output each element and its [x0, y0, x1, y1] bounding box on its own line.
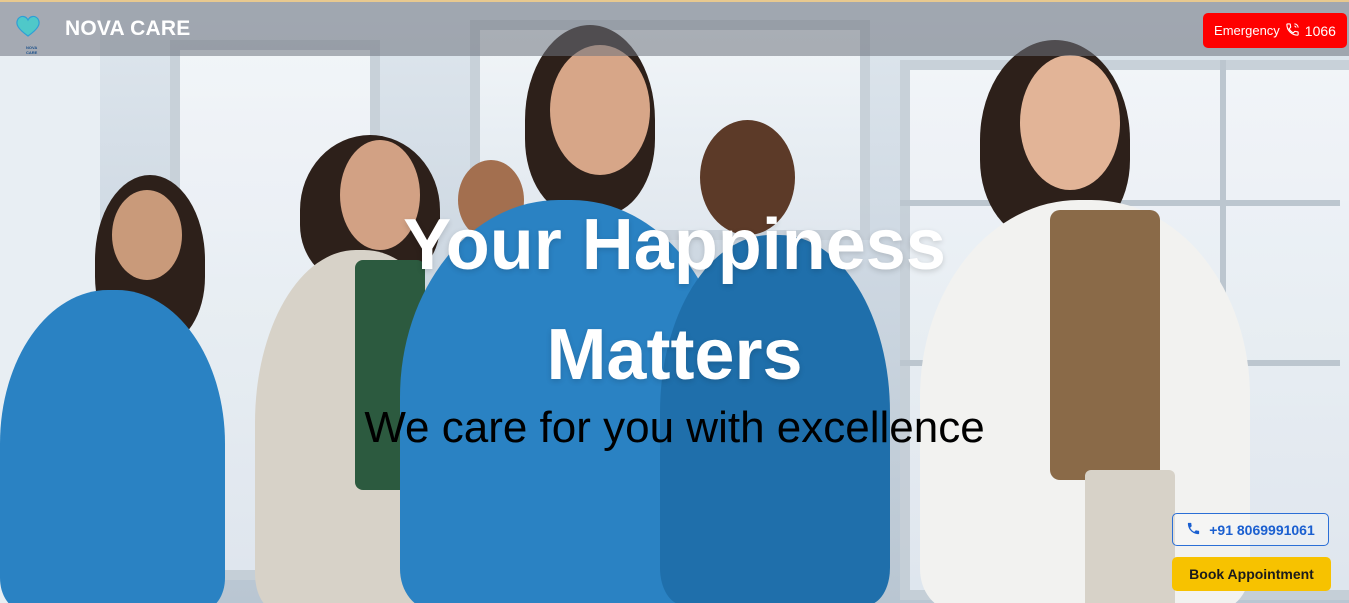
book-appointment-button[interactable]: Book Appointment: [1172, 557, 1331, 591]
site-header: NOVA CARE NOVA CARE Emergency 1066: [0, 0, 1349, 56]
hero-subtitle: We care for you with excellence: [364, 403, 985, 452]
call-phone-button[interactable]: +91 8069991061: [1172, 513, 1329, 546]
hero-title: Your Happiness Matters: [0, 190, 1349, 410]
logo-icon[interactable]: NOVA CARE: [14, 14, 42, 55]
phone-icon: [1186, 521, 1201, 539]
brand-name[interactable]: NOVA CARE: [65, 17, 190, 41]
emergency-label: Emergency: [1214, 23, 1280, 38]
hero-section: NOVA CARE NOVA CARE Emergency 1066 Your …: [0, 0, 1349, 603]
hero-title-line1: Your Happiness: [403, 205, 946, 285]
phone-number: +91 8069991061: [1209, 521, 1315, 538]
phone-icon: [1285, 22, 1300, 40]
emergency-button[interactable]: Emergency 1066: [1203, 13, 1347, 48]
emergency-number: 1066: [1304, 22, 1336, 39]
hero-title-line2: Matters: [546, 315, 803, 395]
logo-text: NOVA CARE: [26, 45, 38, 55]
